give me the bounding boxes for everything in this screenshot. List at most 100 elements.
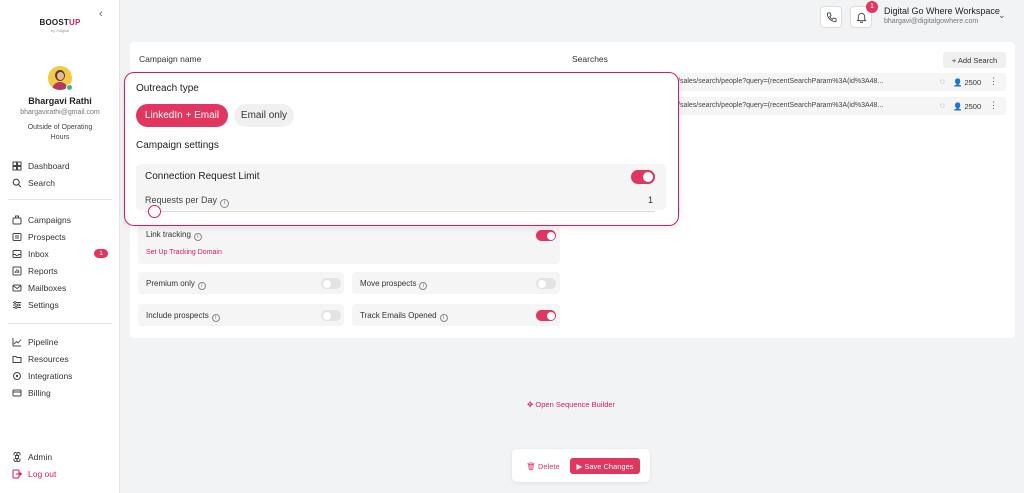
loading-spinner-icon: ◌	[940, 77, 945, 86]
settings-sliders-icon	[13, 300, 21, 309]
more-options-icon[interactable]: ⋮	[989, 100, 998, 111]
save-changes-button[interactable]: ▶ Save Changes	[570, 458, 640, 474]
info-icon[interactable]: i	[439, 314, 448, 322]
sidebar-item-logout[interactable]: Log out	[0, 465, 120, 482]
sidebar-item-inbox[interactable]: Inbox 1	[0, 245, 120, 262]
bell-icon	[856, 12, 866, 23]
connection-request-limit-setting: Connection Request Limit Requests per Da…	[136, 164, 666, 210]
include-prospects-toggle[interactable]	[321, 310, 341, 321]
sidebar-item-resources[interactable]: Resources	[0, 350, 120, 367]
delete-button[interactable]: 🗑 Delete	[522, 458, 564, 474]
sidebar-item-label: Resources	[28, 353, 69, 364]
mailboxes-icon	[12, 284, 22, 291]
sidebar-item-campaigns[interactable]: Campaigns	[0, 211, 120, 228]
move-prospects-toggle[interactable]	[536, 278, 556, 289]
sidebar-item-admin[interactable]: Admin	[0, 448, 120, 465]
sidebar-item-label: Settings	[28, 299, 59, 310]
command-icon	[13, 451, 21, 462]
nav-divider	[8, 323, 112, 324]
sidebar-item-pipeline[interactable]: Pipeline	[0, 333, 120, 350]
sidebar-item-label: Prospects	[28, 231, 66, 242]
sidebar-item-label: Dashboard	[28, 160, 70, 171]
premium-only-toggle[interactable]	[321, 278, 341, 289]
people-icon: 👤	[953, 102, 963, 111]
sidebar-item-label: Inbox	[28, 248, 49, 259]
premium-only-label: Premium only i	[146, 279, 206, 290]
campaign-settings-title: Campaign settings	[136, 140, 219, 151]
requests-per-day-value: 1	[648, 195, 654, 205]
sidebar-item-label: Mailboxes	[28, 282, 67, 293]
include-prospects-setting: Include prospects i	[138, 304, 344, 326]
link-tracking-toggle[interactable]	[536, 230, 556, 241]
sidebar: BOOSTUP by Xdigital ‹ Bhargavi Rathi bha…	[0, 0, 120, 493]
dashboard-icon	[12, 161, 22, 170]
info-icon[interactable]: i	[211, 314, 220, 322]
sidebar-item-search[interactable]: Search	[0, 174, 120, 191]
sidebar-item-mailboxes[interactable]: Mailboxes	[0, 279, 120, 296]
sidebar-item-label: Integrations	[28, 370, 73, 381]
sidebar-item-label: Reports	[28, 265, 58, 276]
outreach-option-email-only[interactable]: Email only	[234, 104, 294, 127]
integrations-icon	[13, 371, 21, 380]
sidebar-item-integrations[interactable]: Integrations	[0, 367, 120, 384]
search-count: 👤 2500	[953, 78, 981, 87]
billing-icon	[12, 389, 22, 396]
add-search-button[interactable]: + Add Search	[943, 52, 1006, 68]
requests-per-day-slider-handle[interactable]	[148, 205, 161, 218]
collapse-sidebar-icon[interactable]: ‹	[99, 8, 103, 20]
info-icon[interactable]: i	[419, 282, 428, 290]
reports-icon	[12, 266, 22, 275]
nav-group-main: Dashboard Search	[0, 157, 120, 191]
link-tracking-label: Link tracking i	[146, 230, 202, 241]
premium-only-setting: Premium only i	[138, 272, 344, 294]
info-icon[interactable]: i	[220, 199, 230, 208]
search-count: 👤 2500	[953, 102, 981, 111]
play-icon: ▶	[576, 461, 583, 471]
sidebar-item-label: Pipeline	[28, 336, 59, 347]
call-button[interactable]	[820, 6, 842, 28]
sidebar-item-reports[interactable]: Reports	[0, 262, 120, 279]
sidebar-item-label: Campaigns	[28, 214, 71, 225]
campaign-name-label: Campaign name	[139, 54, 202, 64]
sidebar-item-billing[interactable]: Billing	[0, 384, 120, 401]
search-url[interactable]: /sales/search/people?query=(recentSearch…	[678, 102, 883, 109]
connection-limit-toggle[interactable]	[631, 170, 655, 184]
open-sequence-builder-link[interactable]: ✥ Open Sequence Builder	[527, 400, 615, 409]
link-tracking-setting: Link tracking i Set Up Tracking Domain	[138, 222, 560, 264]
nav-group-campaign: Campaigns Prospects Inbox 1 Reports Mail…	[0, 211, 120, 313]
search-row[interactable]: /sales/search/people?query=(recentSearch…	[678, 97, 1006, 115]
outreach-settings-panel: Outreach type LinkedIn + Email Email onl…	[124, 72, 679, 226]
outreach-type-title: Outreach type	[136, 83, 199, 94]
nav-group-tools: Pipeline Resources Integrations Billing	[0, 333, 120, 401]
delete-label: Delete	[537, 461, 560, 471]
requests-per-day-slider-track[interactable]	[145, 211, 655, 212]
brand-tagline: by Xdigital	[50, 28, 70, 33]
logout-icon	[12, 469, 22, 478]
sidebar-item-prospects[interactable]: Prospects	[0, 228, 120, 245]
more-options-icon[interactable]: ⋮	[989, 76, 998, 87]
sidebar-item-label: Search	[28, 177, 55, 188]
track-emails-label: Track Emails Opened i	[360, 311, 448, 322]
brand-name-accent: UP	[68, 18, 81, 27]
open-sequence-builder-label: Open Sequence Builder	[535, 400, 616, 409]
search-url[interactable]: /sales/search/people?query=(recentSearch…	[678, 78, 883, 85]
sidebar-item-label: Admin	[28, 451, 53, 462]
inbox-count-badge: 1	[94, 249, 108, 258]
info-icon[interactable]: i	[197, 282, 206, 290]
nav-group-account: Admin Log out	[0, 448, 120, 482]
workspace-name[interactable]: Digital Go Where Workspace	[884, 6, 1000, 16]
sidebar-item-settings[interactable]: Settings	[0, 296, 120, 313]
loading-spinner-icon: ◌	[940, 101, 945, 110]
trash-icon: 🗑	[526, 461, 536, 471]
track-emails-setting: Track Emails Opened i	[352, 304, 560, 326]
online-status-dot	[66, 84, 73, 91]
search-count-value: 2500	[964, 102, 982, 111]
setup-tracking-domain-link[interactable]: Set Up Tracking Domain	[146, 249, 222, 256]
chevron-down-icon[interactable]: ⌄	[998, 10, 1006, 21]
outreach-option-linkedin-email[interactable]: LinkedIn + Email	[136, 104, 228, 127]
sidebar-item-dashboard[interactable]: Dashboard	[0, 157, 120, 174]
search-row[interactable]: /sales/search/people?query=(recentSearch…	[678, 73, 1006, 91]
track-emails-toggle[interactable]	[536, 310, 556, 321]
user-email: bhargavirathi@gmail.com	[20, 109, 100, 116]
info-icon[interactable]: i	[193, 233, 202, 241]
